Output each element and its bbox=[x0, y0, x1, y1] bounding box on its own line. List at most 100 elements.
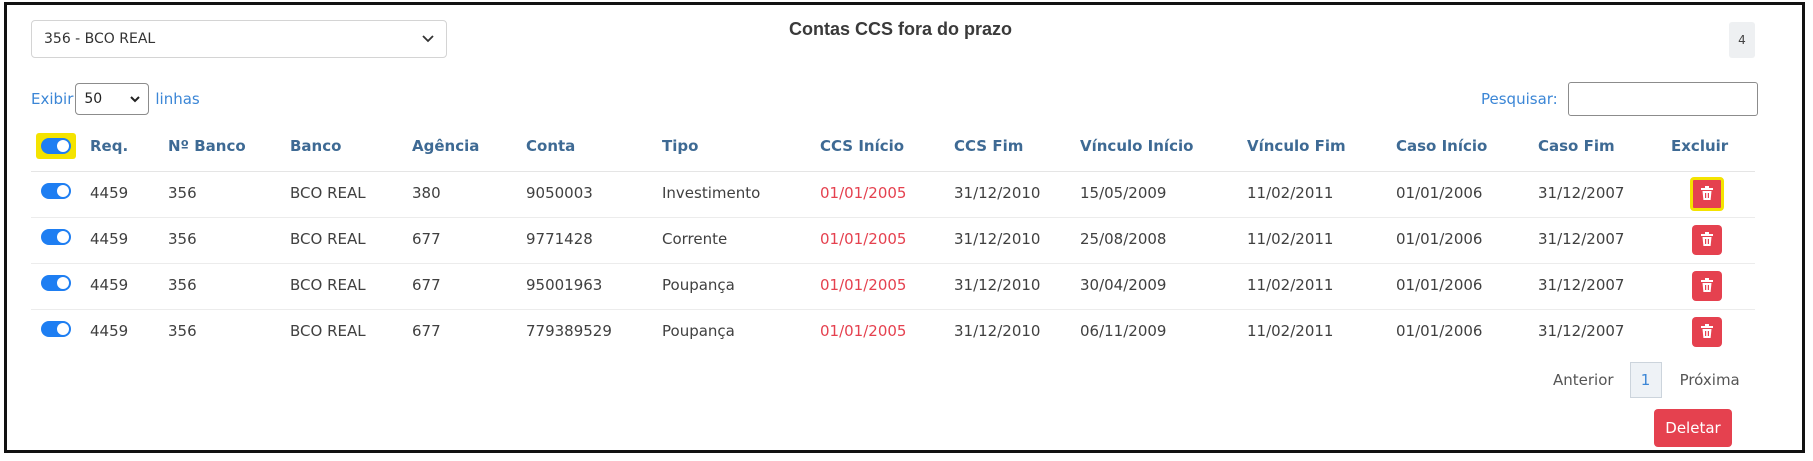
cell-conta: 9050003 bbox=[526, 184, 593, 202]
column-header-num-banco[interactable]: Nº Banco bbox=[168, 137, 246, 155]
cell-banco: BCO REAL bbox=[290, 184, 366, 202]
row-toggle[interactable] bbox=[41, 183, 71, 199]
cell-agencia: 677 bbox=[412, 276, 441, 294]
trash-icon bbox=[1701, 277, 1713, 296]
trash-icon bbox=[1701, 231, 1713, 250]
delete-row-button[interactable] bbox=[1692, 317, 1722, 347]
cell-caso-fim: 31/12/2007 bbox=[1538, 276, 1625, 294]
pagination-previous[interactable]: Anterior bbox=[1553, 371, 1614, 389]
cell-banco: BCO REAL bbox=[290, 230, 366, 248]
cell-vinculo-fim: 11/02/2011 bbox=[1247, 276, 1334, 294]
cell-ccs-fim: 31/12/2010 bbox=[954, 276, 1041, 294]
page-length-value: 50 bbox=[84, 91, 103, 107]
column-header-banco[interactable]: Banco bbox=[290, 137, 341, 155]
cell-req: 4459 bbox=[90, 230, 129, 248]
page-length-select[interactable]: 50 bbox=[75, 83, 150, 115]
column-header-conta[interactable]: Conta bbox=[526, 137, 575, 155]
column-header-tipo[interactable]: Tipo bbox=[662, 137, 698, 155]
column-header-caso-fim[interactable]: Caso Fim bbox=[1538, 137, 1615, 155]
bank-select[interactable]: 356 - BCO REAL bbox=[31, 20, 447, 58]
cell-banco: BCO REAL bbox=[290, 276, 366, 294]
cell-caso-fim: 31/12/2007 bbox=[1538, 230, 1625, 248]
cell-vinculo-inicio: 15/05/2009 bbox=[1080, 184, 1167, 202]
column-header-caso-inicio[interactable]: Caso Início bbox=[1396, 137, 1487, 155]
cell-ccs-fim: 31/12/2010 bbox=[954, 230, 1041, 248]
cell-num-banco: 356 bbox=[168, 184, 197, 202]
cell-vinculo-fim: 11/02/2011 bbox=[1247, 184, 1334, 202]
table-row: 4459 356 BCO REAL 380 9050003 Investimen… bbox=[31, 171, 1755, 218]
cell-ccs-fim: 31/12/2010 bbox=[954, 322, 1041, 340]
delete-row-button[interactable] bbox=[1692, 271, 1722, 301]
page-frame: 356 - BCO REAL Contas CCS fora do prazo … bbox=[4, 2, 1805, 453]
cell-tipo: Investimento bbox=[662, 184, 761, 202]
cell-num-banco: 356 bbox=[168, 322, 197, 340]
cell-ccs-fim: 31/12/2010 bbox=[954, 184, 1041, 202]
search-control: Pesquisar: bbox=[1481, 82, 1758, 116]
pagination-next[interactable]: Próxima bbox=[1680, 371, 1740, 389]
cell-vinculo-inicio: 30/04/2009 bbox=[1080, 276, 1167, 294]
search-label: Pesquisar: bbox=[1481, 90, 1558, 108]
cell-caso-fim: 31/12/2007 bbox=[1538, 322, 1625, 340]
cell-ccs-inicio: 01/01/2005 bbox=[820, 322, 907, 340]
column-header-ccs-inicio[interactable]: CCS Início bbox=[820, 137, 904, 155]
column-header-agencia[interactable]: Agência bbox=[412, 137, 479, 155]
cell-req: 4459 bbox=[90, 322, 129, 340]
trash-icon bbox=[1701, 185, 1713, 204]
cell-req: 4459 bbox=[90, 276, 129, 294]
cell-agencia: 677 bbox=[412, 322, 441, 340]
cell-conta: 779389529 bbox=[526, 322, 612, 340]
cell-vinculo-inicio: 25/08/2008 bbox=[1080, 230, 1167, 248]
row-toggle[interactable] bbox=[41, 321, 71, 337]
pagination: Anterior 1 Próxima bbox=[1553, 362, 1740, 398]
cell-caso-inicio: 01/01/2006 bbox=[1396, 276, 1483, 294]
cell-agencia: 380 bbox=[412, 184, 441, 202]
row-toggle[interactable] bbox=[41, 275, 71, 291]
select-all-toggle[interactable] bbox=[41, 138, 71, 154]
column-header-excluir: Excluir bbox=[1671, 137, 1729, 155]
cell-caso-fim: 31/12/2007 bbox=[1538, 184, 1625, 202]
table-header-row: Req. Nº Banco Banco Agência Conta Tipo C… bbox=[31, 129, 1755, 172]
column-header-vinculo-inicio[interactable]: Vínculo Início bbox=[1080, 137, 1193, 155]
cell-caso-inicio: 01/01/2006 bbox=[1396, 230, 1483, 248]
page-title: Contas CCS fora do prazo bbox=[789, 19, 1013, 39]
show-label: Exibir bbox=[31, 90, 74, 108]
cell-num-banco: 356 bbox=[168, 276, 197, 294]
cell-banco: BCO REAL bbox=[290, 322, 366, 340]
column-header-ccs-fim[interactable]: CCS Fim bbox=[954, 137, 1023, 155]
chevron-down-icon bbox=[130, 91, 141, 107]
cell-num-banco: 356 bbox=[168, 230, 197, 248]
cell-vinculo-fim: 11/02/2011 bbox=[1247, 322, 1334, 340]
delete-selected-button[interactable]: Deletar bbox=[1654, 409, 1732, 447]
cell-caso-inicio: 01/01/2006 bbox=[1396, 184, 1483, 202]
cell-agencia: 677 bbox=[412, 230, 441, 248]
table-row: 4459 356 BCO REAL 677 779389529 Poupança… bbox=[31, 309, 1755, 355]
bank-select-value: 356 - BCO REAL bbox=[44, 31, 156, 47]
delete-row-button[interactable] bbox=[1692, 225, 1722, 255]
cell-vinculo-inicio: 06/11/2009 bbox=[1080, 322, 1167, 340]
cell-ccs-inicio: 01/01/2005 bbox=[820, 184, 907, 202]
pagination-page-1[interactable]: 1 bbox=[1629, 362, 1662, 398]
cell-tipo: Poupança bbox=[662, 322, 735, 340]
delete-row-button[interactable] bbox=[1690, 177, 1724, 211]
chevron-down-icon bbox=[422, 31, 434, 47]
row-toggle[interactable] bbox=[41, 229, 71, 245]
cell-ccs-inicio: 01/01/2005 bbox=[820, 230, 907, 248]
cell-caso-inicio: 01/01/2006 bbox=[1396, 322, 1483, 340]
count-badge: 4 bbox=[1729, 22, 1755, 58]
cell-tipo: Corrente bbox=[662, 230, 728, 248]
lines-label: linhas bbox=[155, 90, 200, 108]
cell-req: 4459 bbox=[90, 184, 129, 202]
column-header-vinculo-fim[interactable]: Vínculo Fim bbox=[1247, 137, 1346, 155]
cell-conta: 9771428 bbox=[526, 230, 593, 248]
select-all-highlight bbox=[36, 133, 76, 159]
table-row: 4459 356 BCO REAL 677 95001963 Poupança … bbox=[31, 263, 1755, 310]
cell-vinculo-fim: 11/02/2011 bbox=[1247, 230, 1334, 248]
column-header-req[interactable]: Req. bbox=[90, 137, 128, 155]
search-input[interactable] bbox=[1567, 82, 1758, 116]
cell-tipo: Poupança bbox=[662, 276, 735, 294]
cell-conta: 95001963 bbox=[526, 276, 603, 294]
table-row: 4459 356 BCO REAL 677 9771428 Corrente 0… bbox=[31, 217, 1755, 264]
trash-icon bbox=[1701, 323, 1713, 342]
cell-ccs-inicio: 01/01/2005 bbox=[820, 276, 907, 294]
page-length-control: Exibir 50 linhas bbox=[31, 83, 200, 115]
